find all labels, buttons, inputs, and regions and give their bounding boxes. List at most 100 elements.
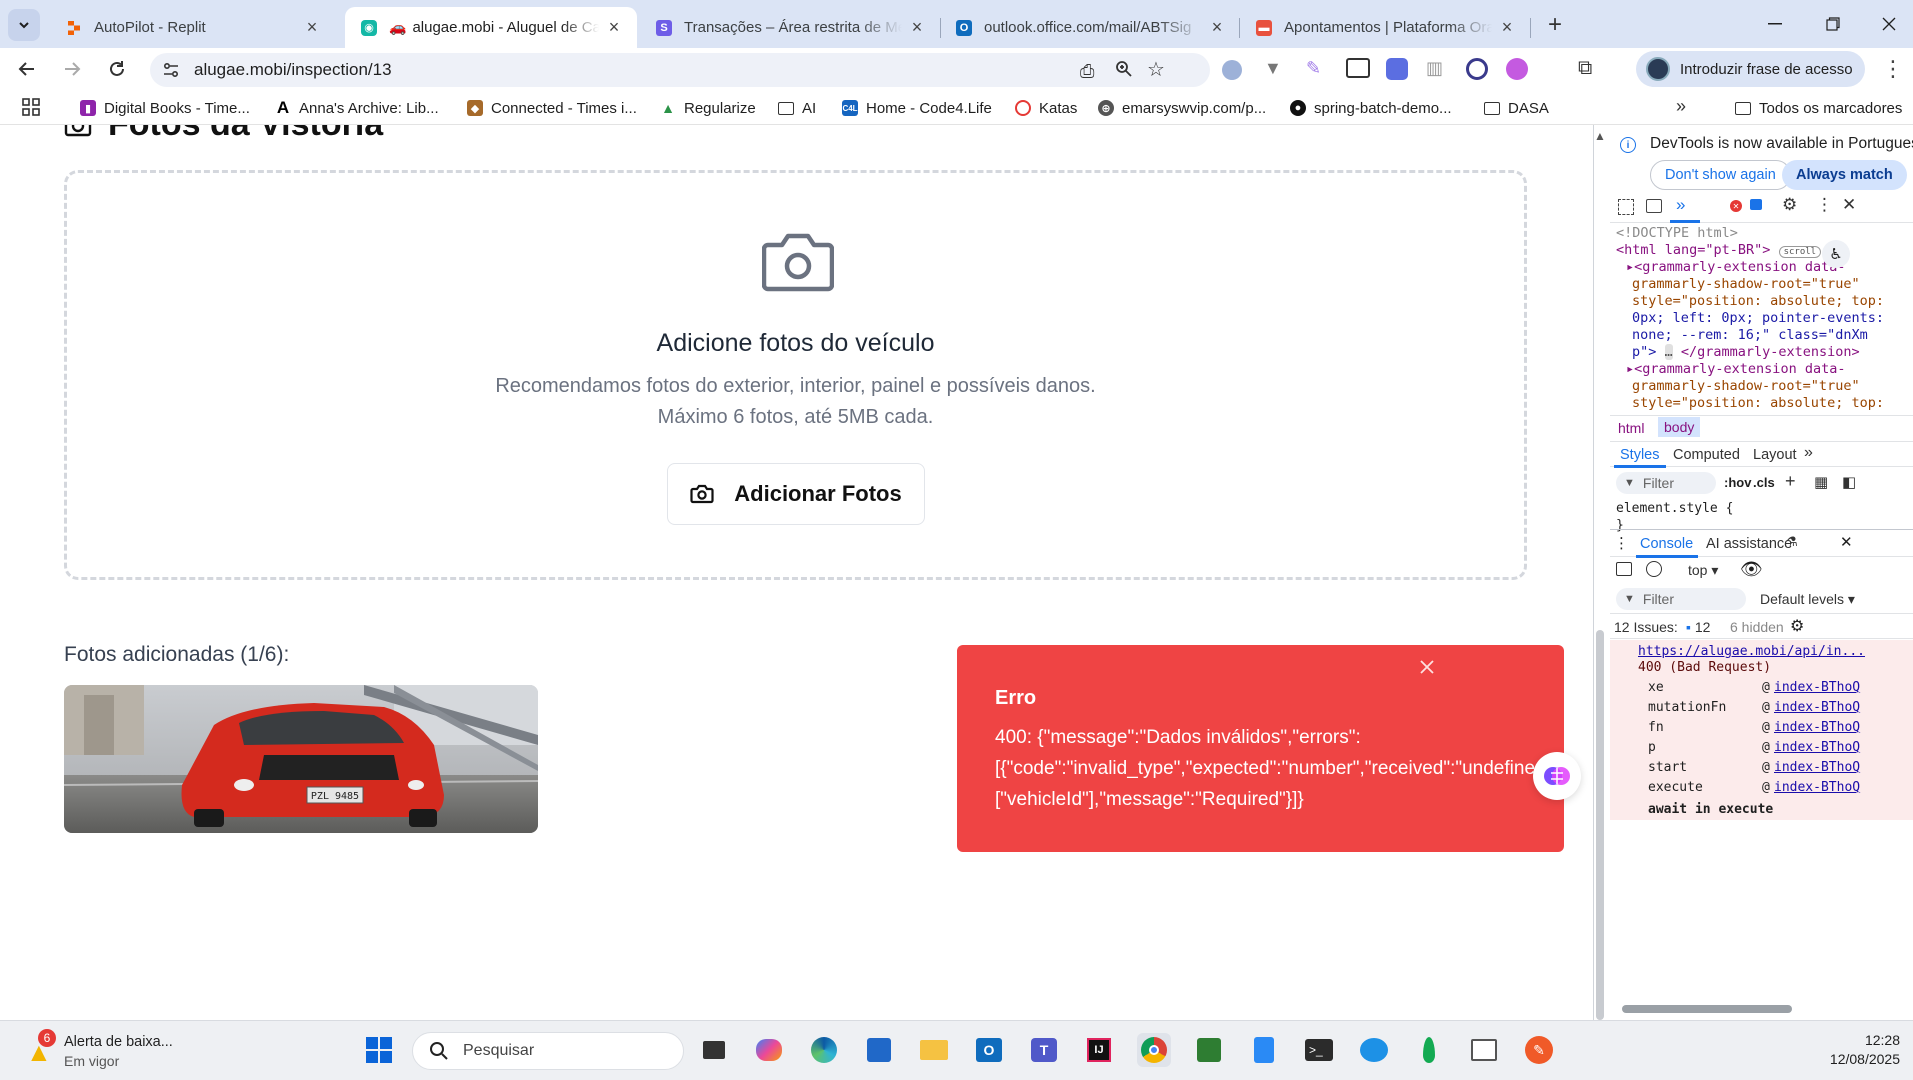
zoom-icon[interactable] bbox=[1115, 60, 1133, 78]
toast-close-icon[interactable] bbox=[1419, 659, 1443, 683]
close-drawer-icon[interactable]: ✕ bbox=[1840, 533, 1853, 551]
system-clock[interactable]: 12:28 12/08/2025 bbox=[1810, 1031, 1900, 1069]
copilot-icon[interactable] bbox=[752, 1033, 786, 1067]
cls-toggle[interactable]: .cls bbox=[1753, 475, 1775, 490]
bookmark-item[interactable]: ⊕ emarsyswvip.com/p... bbox=[1098, 97, 1266, 119]
dont-show-again-button[interactable]: Don't show again bbox=[1650, 160, 1791, 190]
hov-toggle[interactable]: :hov bbox=[1724, 475, 1751, 490]
floating-assistant-button[interactable] bbox=[1533, 752, 1581, 800]
horizontal-scrollbar[interactable] bbox=[1622, 1005, 1792, 1013]
window-app-icon[interactable] bbox=[1467, 1033, 1501, 1067]
notepad-icon[interactable] bbox=[1247, 1033, 1281, 1067]
pen-app-icon[interactable]: ✎ bbox=[1522, 1033, 1556, 1067]
close-tab-icon[interactable]: × bbox=[303, 17, 321, 37]
tab-ai-assistance[interactable]: AI assistance bbox=[1706, 536, 1792, 552]
bookmark-item[interactable]: ● spring-batch-demo... bbox=[1290, 97, 1452, 119]
stack-source-link[interactable]: index-BThoQ bbox=[1774, 678, 1860, 698]
tab-computed[interactable]: Computed bbox=[1673, 447, 1740, 463]
console-settings-icon[interactable]: ⚙ bbox=[1790, 616, 1804, 636]
tab-replit[interactable]: AutoPilot - Replit × bbox=[50, 7, 335, 48]
terminal-icon[interactable]: >_ bbox=[1302, 1033, 1336, 1067]
issues-count-link[interactable]: ▪ 12 bbox=[1686, 619, 1710, 635]
extension-icon[interactable] bbox=[1222, 60, 1242, 80]
bookmark-item[interactable]: ▮ Digital Books - Time... bbox=[80, 97, 250, 119]
more-panels-icon[interactable]: » bbox=[1676, 195, 1685, 215]
close-tab-icon[interactable]: × bbox=[605, 17, 623, 37]
stack-source-link[interactable]: index-BThoQ bbox=[1774, 758, 1860, 778]
mongodb-icon[interactable] bbox=[1412, 1033, 1446, 1067]
back-button[interactable] bbox=[12, 54, 42, 84]
close-window-button[interactable] bbox=[1874, 12, 1904, 36]
close-tab-icon[interactable]: × bbox=[908, 17, 926, 37]
always-match-button[interactable]: Always match bbox=[1782, 160, 1907, 190]
site-info-icon[interactable] bbox=[162, 62, 180, 78]
stack-source-link[interactable]: index-BThoQ bbox=[1774, 718, 1860, 738]
scroll-badge[interactable]: scroll bbox=[1778, 246, 1822, 258]
task-view-icon[interactable] bbox=[697, 1033, 731, 1067]
tab-console[interactable]: Console bbox=[1640, 536, 1693, 552]
weather-alert-widget[interactable]: ▲ 6 Alerta de baixa... Em vigor bbox=[24, 1029, 194, 1071]
docker-icon[interactable] bbox=[1357, 1033, 1391, 1067]
stack-source-link[interactable]: index-BThoQ bbox=[1774, 778, 1860, 798]
chart-app-icon[interactable] bbox=[1192, 1033, 1226, 1067]
live-expression-eye-icon[interactable]: 👁 bbox=[1740, 559, 1763, 580]
paint-brush-icon[interactable]: ▦ bbox=[1814, 473, 1828, 491]
chevron-double-right-icon[interactable]: » bbox=[1676, 96, 1686, 117]
extension-icon[interactable] bbox=[1466, 58, 1488, 80]
dom-tree[interactable]: <!DOCTYPE html> <html lang="pt-BR"> scro… bbox=[1616, 225, 1913, 411]
add-photos-button[interactable]: Adicionar Fotos bbox=[667, 463, 925, 525]
scrollbar-track[interactable] bbox=[1596, 630, 1604, 1020]
new-tab-button[interactable]: + bbox=[1540, 10, 1570, 40]
restore-button[interactable] bbox=[1818, 12, 1848, 36]
extension-icon[interactable] bbox=[1346, 58, 1370, 78]
bookmark-star-icon[interactable]: ☆ bbox=[1147, 57, 1165, 82]
bookmark-item[interactable]: ▲ Regularize bbox=[660, 97, 756, 119]
close-tab-icon[interactable]: × bbox=[1208, 17, 1226, 37]
tab-transacoes[interactable]: S Transações – Área restrita de Membros … bbox=[640, 7, 940, 48]
breadcrumb-html[interactable]: html bbox=[1618, 420, 1644, 436]
sidebar-toggle-icon[interactable]: ◧ bbox=[1842, 473, 1856, 491]
vehicle-photo-thumbnail[interactable]: PZL 9485 bbox=[64, 685, 538, 833]
outlook-taskbar-icon[interactable]: O bbox=[972, 1033, 1006, 1067]
console-sidebar-icon[interactable] bbox=[1616, 562, 1632, 576]
scroll-up-arrow[interactable]: ▲ bbox=[1594, 129, 1606, 143]
extension-icon[interactable] bbox=[1386, 58, 1408, 80]
devtools-menu-icon[interactable]: ⋮ bbox=[1816, 195, 1833, 215]
extension-icon[interactable] bbox=[1506, 58, 1528, 80]
browser-menu-button[interactable]: ⋮ bbox=[1878, 54, 1908, 84]
install-app-icon[interactable]: ⎙ bbox=[1080, 61, 1094, 82]
inspect-element-icon[interactable] bbox=[1618, 199, 1634, 215]
drawer-menu-icon[interactable]: ⋮ bbox=[1614, 534, 1629, 552]
taskbar-search[interactable]: Pesquisar bbox=[412, 1032, 684, 1070]
extensions-puzzle-icon[interactable]: ⧉ bbox=[1578, 57, 1592, 80]
store-icon[interactable] bbox=[862, 1033, 896, 1067]
bookmark-item[interactable]: C4L Home - Code4.Life bbox=[842, 97, 992, 119]
extension-icon[interactable]: ▥ bbox=[1426, 58, 1443, 79]
edge-icon[interactable] bbox=[807, 1033, 841, 1067]
error-badge-icon[interactable]: ✕ bbox=[1730, 200, 1742, 212]
extension-icon[interactable]: ▼ bbox=[1264, 58, 1282, 79]
apps-grid-icon[interactable] bbox=[22, 98, 40, 116]
bookmark-item[interactable]: ◆ Connected - Times i... bbox=[467, 97, 637, 119]
file-explorer-icon[interactable] bbox=[917, 1033, 951, 1067]
forward-button[interactable] bbox=[57, 54, 87, 84]
breadcrumb-body[interactable]: body bbox=[1658, 417, 1701, 437]
tab-alugae[interactable]: ◉ 🚗 alugae.mobi - Aluguel de Carros × bbox=[345, 7, 637, 48]
chrome-icon[interactable] bbox=[1137, 1033, 1171, 1067]
passkey-button[interactable]: Introduzir frase de acesso bbox=[1636, 51, 1865, 87]
bookmark-item[interactable]: A Anna's Archive: Lib... bbox=[275, 97, 439, 119]
settings-gear-icon[interactable]: ⚙ bbox=[1782, 195, 1797, 215]
bookmark-folder[interactable]: DASA bbox=[1484, 97, 1549, 119]
close-devtools-icon[interactable]: ✕ bbox=[1842, 195, 1856, 215]
start-button[interactable] bbox=[362, 1033, 396, 1067]
teams-icon[interactable]: T bbox=[1027, 1033, 1061, 1067]
bookmark-item[interactable]: Katas bbox=[1015, 97, 1077, 119]
clear-console-icon[interactable] bbox=[1646, 561, 1662, 577]
context-selector[interactable]: top ▾ bbox=[1688, 562, 1718, 579]
stack-source-link[interactable]: index-BThoQ bbox=[1774, 738, 1860, 758]
device-toolbar-icon[interactable] bbox=[1646, 199, 1662, 213]
all-bookmarks-folder[interactable]: Todos os marcadores bbox=[1735, 97, 1902, 119]
more-tabs-icon[interactable]: » bbox=[1804, 444, 1813, 462]
bookmark-folder[interactable]: AI bbox=[778, 97, 816, 119]
add-rule-icon[interactable]: + bbox=[1785, 471, 1796, 492]
